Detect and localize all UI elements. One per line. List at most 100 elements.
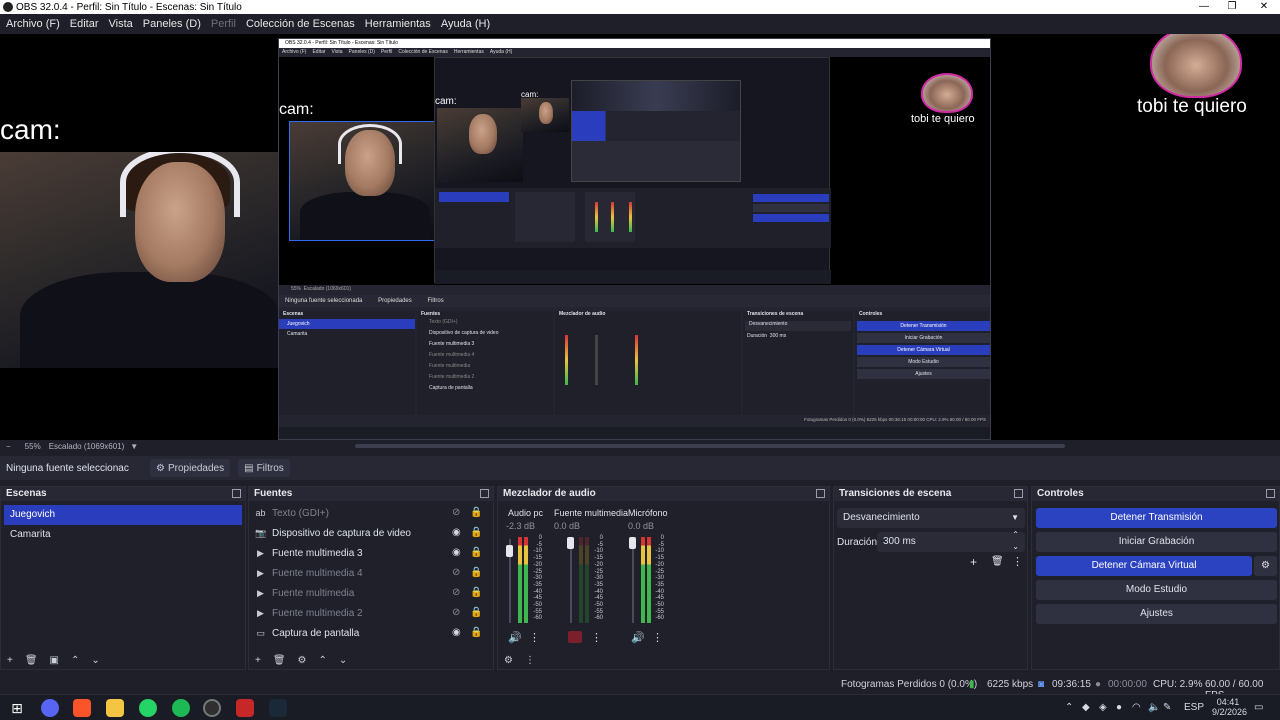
menu-herramientas[interactable]: Herramientas (365, 18, 431, 30)
menu-editar[interactable]: Editar (70, 18, 99, 30)
source-item[interactable]: ▭ Captura de pantalla ◉ 🔒 (249, 623, 493, 643)
lock-icon[interactable]: 🔒 (470, 543, 482, 563)
muted-speaker-icon[interactable] (568, 631, 582, 643)
duration-input[interactable]: 300 ms ⌃ ⌄ (877, 529, 1025, 553)
undock-icon[interactable] (480, 489, 489, 498)
spotify-icon[interactable] (172, 699, 190, 717)
menu-coleccion-escenas[interactable]: Colección de Escenas (246, 18, 355, 30)
volume-fader[interactable] (632, 539, 634, 623)
preview-scrollbar[interactable] (355, 444, 1065, 448)
zoom-out-button[interactable]: − (6, 442, 11, 451)
tray-app-icon[interactable]: ● (1116, 702, 1122, 713)
windows-start-icon[interactable]: ⊞ (8, 699, 26, 717)
add-transition-icon[interactable]: + (970, 555, 977, 569)
pen-icon[interactable]: ✎ (1163, 702, 1171, 713)
wifi-icon[interactable]: ◠ (1132, 702, 1141, 713)
source-item[interactable]: 📷 Dispositivo de captura de video ◉ 🔒 (249, 523, 493, 543)
remove-transition-icon[interactable]: 🗑 (991, 556, 1004, 567)
source-item[interactable]: ▶ Fuente multimedia 4 ⊘ 🔒 (249, 563, 493, 583)
fader-handle[interactable] (567, 537, 574, 549)
clock[interactable]: 04:41 9/2/2026 (1212, 697, 1247, 717)
undock-icon[interactable] (1266, 489, 1275, 498)
move-down-icon[interactable]: ⌄ (91, 655, 99, 666)
remove-scene-icon[interactable]: 🗑 (25, 655, 38, 666)
source-item[interactable]: ▶ Fuente multimedia ⊘ 🔒 (249, 583, 493, 603)
hidden-eye-icon[interactable]: ⊘ (452, 603, 460, 623)
lock-icon[interactable]: 🔒 (470, 623, 482, 643)
fader-handle[interactable] (629, 537, 636, 549)
speaker-icon[interactable]: 🔊 (508, 631, 522, 644)
tray-app-icon[interactable]: ◆ (1082, 702, 1090, 713)
stop-virtual-camera-button[interactable]: Detener Cámara Virtual (1036, 556, 1252, 576)
source-item[interactable]: ▶ Fuente multimedia 2 ⊘ 🔒 (249, 603, 493, 623)
start-recording-button[interactable]: Iniciar Grabación (1036, 532, 1277, 552)
fader-handle[interactable] (506, 545, 513, 557)
tray-chevron-icon[interactable]: ⌃ (1065, 702, 1073, 713)
menu-vista[interactable]: Vista (109, 18, 133, 30)
speaker-icon[interactable]: 🔊 (631, 631, 645, 644)
menu-paneles[interactable]: Paneles (D) (143, 18, 201, 30)
video-editor-icon[interactable] (236, 699, 254, 717)
spin-arrows-icon[interactable]: ⌃ ⌄ (1012, 529, 1019, 553)
lock-icon[interactable]: 🔒 (470, 583, 482, 603)
move-down-icon[interactable]: ⌄ (339, 655, 347, 666)
zoom-level[interactable]: 55% (25, 442, 41, 451)
filters-button[interactable]: ▤ Filtros (238, 459, 290, 477)
lock-icon[interactable]: 🔒 (470, 603, 482, 623)
file-explorer-icon[interactable] (106, 699, 124, 717)
eye-icon[interactable]: ◉ (452, 523, 461, 543)
source-item[interactable]: ▶ Fuente multimedia 3 ◉ 🔒 (249, 543, 493, 563)
keyboard-language[interactable]: ESP (1184, 702, 1204, 713)
undock-icon[interactable] (816, 489, 825, 498)
close-button[interactable]: ✕ (1250, 0, 1278, 14)
steam-icon[interactable] (269, 699, 287, 717)
move-up-icon[interactable]: ⌃ (71, 655, 79, 666)
kebab-menu-icon[interactable]: ⋮ (529, 631, 540, 644)
scale-dropdown-icon[interactable]: ▼ (130, 442, 138, 451)
studio-mode-button[interactable]: Modo Estudio (1036, 580, 1277, 600)
transition-select[interactable]: Desvanecimiento ▼ (837, 508, 1025, 528)
source-item[interactable]: ab Texto (GDI+) ⊘ 🔒 (249, 503, 493, 523)
eye-icon[interactable]: ◉ (452, 623, 461, 643)
source-properties-icon[interactable]: ⚙ (298, 655, 307, 666)
scene-item[interactable]: Camarita (4, 525, 242, 545)
minimize-button[interactable]: — (1190, 0, 1218, 14)
menu-archivo[interactable]: Archivo (F) (6, 18, 60, 30)
add-source-icon[interactable]: + (255, 655, 261, 666)
stop-streaming-button[interactable]: Detener Transmisión (1036, 508, 1277, 528)
menu-perfil[interactable]: Perfil (211, 18, 236, 30)
virtual-camera-settings-icon[interactable]: ⚙ (1254, 556, 1277, 576)
brave-icon[interactable] (73, 699, 91, 717)
hidden-eye-icon[interactable]: ⊘ (452, 583, 460, 603)
tray-app-icon[interactable]: ◈ (1099, 702, 1107, 713)
hidden-eye-icon[interactable]: ⊘ (452, 563, 460, 583)
undock-icon[interactable] (1014, 489, 1023, 498)
properties-button[interactable]: ⚙ Propiedades (150, 459, 231, 477)
obs-taskbar-icon[interactable] (203, 699, 221, 717)
lock-icon[interactable]: 🔒 (470, 563, 482, 583)
whatsapp-icon[interactable] (139, 699, 157, 717)
lock-icon[interactable]: 🔒 (470, 523, 482, 543)
settings-button[interactable]: Ajustes (1036, 604, 1277, 624)
mixer-menu-icon[interactable]: ⋮ (525, 655, 535, 666)
scene-item[interactable]: Juegovich (4, 505, 242, 525)
kebab-menu-icon[interactable]: ⋮ (591, 631, 602, 644)
notifications-icon[interactable]: ▭ (1254, 702, 1263, 713)
eye-icon[interactable]: ◉ (452, 543, 461, 563)
move-up-icon[interactable]: ⌃ (319, 655, 327, 666)
volume-fader[interactable] (570, 539, 572, 623)
undock-icon[interactable] (232, 489, 241, 498)
add-scene-icon[interactable]: + (7, 655, 13, 666)
discord-icon[interactable] (41, 699, 59, 717)
kebab-menu-icon[interactable]: ⋮ (652, 631, 663, 644)
advanced-audio-icon[interactable]: ⚙ (504, 655, 513, 666)
lock-icon[interactable]: 🔒 (470, 503, 482, 523)
remove-source-icon[interactable]: 🗑 (273, 655, 286, 666)
preview-canvas[interactable]: cam: OBS 32.0.4 - Perfil: Sin Título - E… (0, 34, 1280, 440)
scene-filters-icon[interactable]: ▣ (50, 655, 59, 666)
volume-icon[interactable]: 🔈 (1148, 702, 1160, 713)
menu-ayuda[interactable]: Ayuda (H) (441, 18, 490, 30)
maximize-button[interactable]: ❐ (1218, 0, 1246, 14)
hidden-eye-icon[interactable]: ⊘ (452, 503, 460, 523)
transition-menu-icon[interactable]: ⋮ (1012, 555, 1023, 568)
